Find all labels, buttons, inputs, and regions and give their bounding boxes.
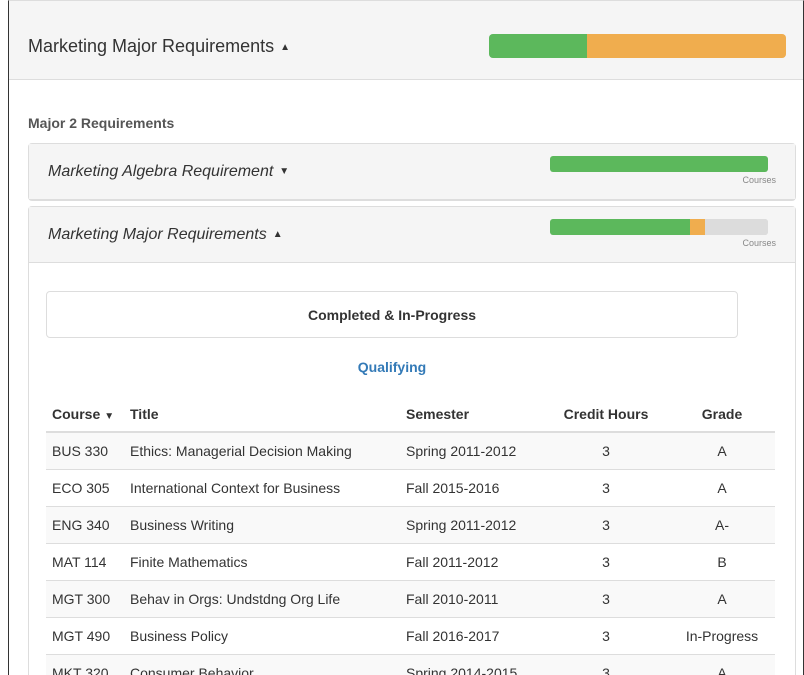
caret-down-icon: ▼ [279, 166, 290, 177]
caret-up-icon: ▲ [280, 42, 290, 53]
completed-in-progress-heading: Completed & In-Progress [46, 291, 738, 338]
major-requirements-title[interactable]: Marketing Major Requirements ▲ [48, 226, 283, 244]
credit-hours-cell: 3 [543, 542, 669, 580]
grade-cell: A [669, 468, 775, 506]
grade-cell: A [669, 431, 775, 469]
title-cell: Business Policy [124, 616, 400, 654]
semester-cell: Fall 2011-2012 [400, 542, 543, 580]
credit-hours-column-header[interactable]: Credit Hours [543, 396, 669, 433]
grade-cell: In-Progress [669, 616, 775, 654]
credit-hours-cell: 3 [543, 468, 669, 506]
title-cell: Ethics: Managerial Decision Making [124, 431, 400, 469]
title-column-header[interactable]: Title [124, 396, 400, 433]
semester-header-label: Semester [406, 405, 470, 422]
table-row: ECO 305 International Context for Busine… [46, 468, 775, 506]
grade-cell: A- [669, 505, 775, 543]
grade-cell: A [669, 653, 775, 675]
major-title-label: Marketing Major Requirements [28, 36, 275, 56]
progress-segment-remaining [704, 219, 768, 235]
major-requirements-label: Marketing Major Requirements [48, 226, 267, 243]
course-cell: ECO 305 [46, 468, 124, 506]
algebra-progress-bar [550, 156, 768, 172]
semester-cell: Fall 2015-2016 [400, 468, 543, 506]
table-row: ENG 340 Business Writing Spring 2011-201… [46, 505, 775, 543]
algebra-progress-caption: Courses [742, 175, 776, 185]
course-cell: MGT 300 [46, 579, 124, 617]
table-row: MGT 300 Behav in Orgs: Undstdng Org Life… [46, 579, 775, 617]
semester-cell: Fall 2016-2017 [400, 616, 543, 654]
course-cell: MKT 320 [46, 653, 124, 675]
table-header-row: Course ▼ Title Semester Credit Hours Grad… [46, 396, 775, 433]
requirements-card: Marketing Major Requirements ▲ Major 2 Re… [8, 0, 804, 675]
course-cell: MAT 114 [46, 542, 124, 580]
major-requirements-header[interactable]: Marketing Major Requirements ▲ Courses [29, 207, 795, 263]
course-header-label: Course [52, 405, 101, 422]
algebra-requirement-header[interactable]: Marketing Algebra Requirement ▼ Courses [29, 144, 795, 200]
progress-segment-in-progress [587, 34, 786, 58]
course-column-header[interactable]: Course ▼ [46, 396, 124, 433]
progress-segment-in-progress [689, 219, 705, 235]
table-row: MGT 490 Business Policy Fall 2016-2017 3… [46, 616, 775, 654]
credit-hours-cell: 3 [543, 431, 669, 469]
major-requirements-progress-bar [550, 219, 768, 235]
algebra-requirement-label: Marketing Algebra Requirement [48, 163, 274, 180]
sort-desc-icon: ▼ [104, 410, 115, 422]
grade-cell: B [669, 542, 775, 580]
semester-cell: Fall 2010-2011 [400, 579, 543, 617]
table-row: MAT 114 Finite Mathematics Fall 2011-201… [46, 542, 775, 580]
major-requirements-progress-caption: Courses [742, 238, 776, 248]
caret-up-icon: ▲ [272, 229, 283, 240]
title-cell: Finite Mathematics [124, 542, 400, 580]
title-header-label: Title [130, 405, 159, 422]
major-header[interactable]: Marketing Major Requirements ▲ [9, 1, 803, 80]
semester-cell: Spring 2011-2012 [400, 431, 543, 469]
course-cell: MGT 490 [46, 616, 124, 654]
course-cell: ENG 340 [46, 505, 124, 543]
table-row: MKT 320 Consumer Behavior Spring 2014-20… [46, 653, 775, 675]
table-row: BUS 330 Ethics: Managerial Decision Maki… [46, 431, 775, 469]
title-cell: International Context for Business [124, 468, 400, 506]
credit-hours-cell: 3 [543, 579, 669, 617]
credit-hours-cell: 3 [543, 505, 669, 543]
title-cell: Business Writing [124, 505, 400, 543]
credit-hours-cell: 3 [543, 653, 669, 675]
grade-cell: A [669, 579, 775, 617]
major-title[interactable]: Marketing Major Requirements ▲ [28, 35, 290, 59]
title-cell: Behav in Orgs: Undstdng Org Life [124, 579, 400, 617]
semester-column-header[interactable]: Semester [400, 396, 543, 433]
title-cell: Consumer Behavior [124, 653, 400, 675]
credit-hours-header-label: Credit Hours [563, 405, 649, 422]
grade-column-header[interactable]: Grade [669, 396, 775, 433]
algebra-requirement-title[interactable]: Marketing Algebra Requirement ▼ [48, 163, 289, 181]
course-cell: BUS 330 [46, 431, 124, 469]
courses-table: Course ▼ Title Semester Credit Hours Grad… [46, 396, 775, 675]
section-label: Major 2 Requirements [28, 115, 175, 131]
qualifying-link[interactable]: Qualifying [46, 359, 738, 375]
progress-segment-completed [489, 34, 587, 58]
semester-cell: Spring 2011-2012 [400, 505, 543, 543]
progress-segment-completed [550, 156, 768, 172]
major-progress-bar [489, 34, 786, 58]
algebra-requirement-panel: Marketing Algebra Requirement ▼ Courses [28, 143, 796, 201]
credit-hours-cell: 3 [543, 616, 669, 654]
progress-segment-completed [550, 219, 690, 235]
semester-cell: Spring 2014-2015 [400, 653, 543, 675]
grade-header-label: Grade [701, 405, 743, 422]
